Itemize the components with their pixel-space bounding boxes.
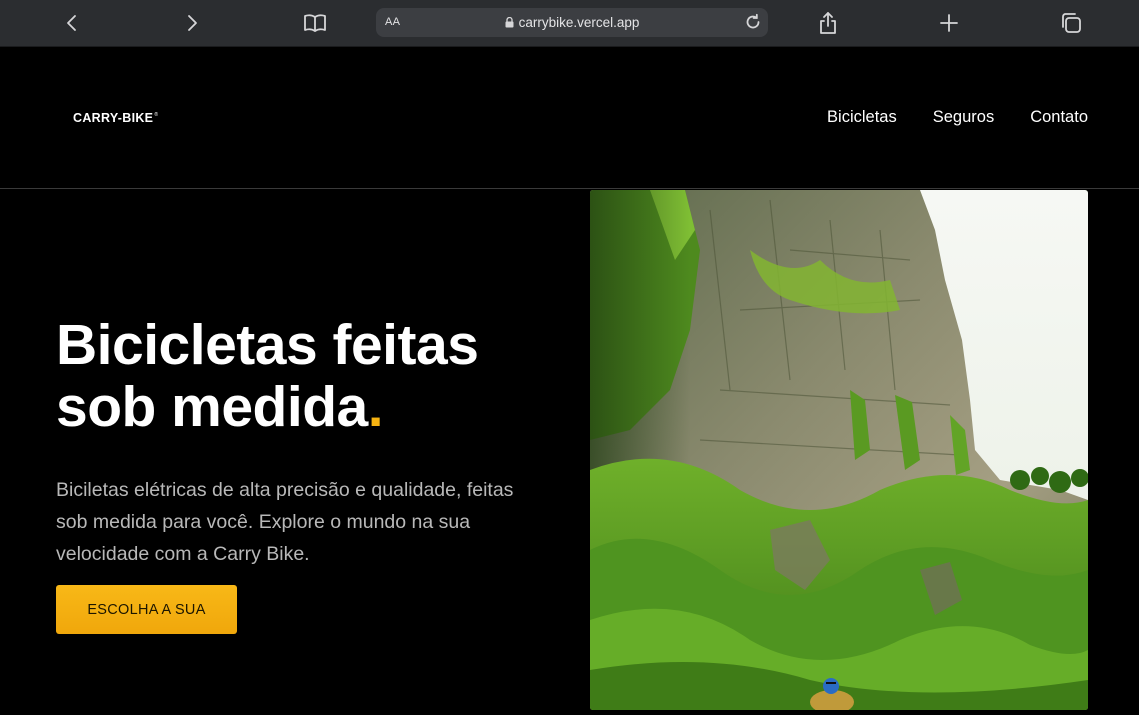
lock-icon bbox=[505, 16, 514, 28]
logo[interactable]: CARRY-BIKE® bbox=[73, 111, 158, 125]
hero-title-dot: . bbox=[367, 375, 384, 439]
nav-link-contato[interactable]: Contato bbox=[1030, 108, 1088, 127]
share-icon[interactable] bbox=[815, 10, 841, 36]
forward-icon[interactable] bbox=[179, 10, 205, 36]
tabs-icon[interactable] bbox=[1058, 10, 1084, 36]
nav-link-bicicletas[interactable]: Bicicletas bbox=[827, 108, 897, 127]
nav-link-seguros[interactable]: Seguros bbox=[933, 108, 994, 127]
hero-description: Biciletas elétricas de alta precisão e q… bbox=[56, 479, 514, 565]
cliff-landscape-image bbox=[590, 190, 1088, 710]
new-tab-icon[interactable] bbox=[936, 10, 962, 36]
reload-icon[interactable] bbox=[744, 13, 762, 31]
hero-image bbox=[590, 190, 1088, 710]
logo-text: CARRY-BIKE bbox=[73, 111, 154, 125]
bookmarks-icon[interactable] bbox=[302, 10, 328, 36]
site-header: CARRY-BIKE® Bicicletas Seguros Contato bbox=[0, 47, 1139, 189]
hero-title: Bicicletas feitas sob medida. bbox=[56, 314, 576, 438]
url-text: carrybike.vercel.app bbox=[518, 15, 640, 30]
choose-yours-button[interactable]: ESCOLHA A SUA bbox=[56, 585, 237, 634]
hero-title-line1: Bicicletas feitas bbox=[56, 313, 479, 377]
back-icon[interactable] bbox=[59, 10, 85, 36]
registered-mark: ® bbox=[154, 112, 159, 118]
hero-title-line2: sob medida bbox=[56, 375, 368, 439]
main-nav: Bicicletas Seguros Contato bbox=[827, 108, 1088, 127]
address-bar[interactable]: AA carrybike.vercel.app bbox=[376, 8, 768, 37]
browser-toolbar: AA carrybike.vercel.app bbox=[0, 0, 1139, 47]
